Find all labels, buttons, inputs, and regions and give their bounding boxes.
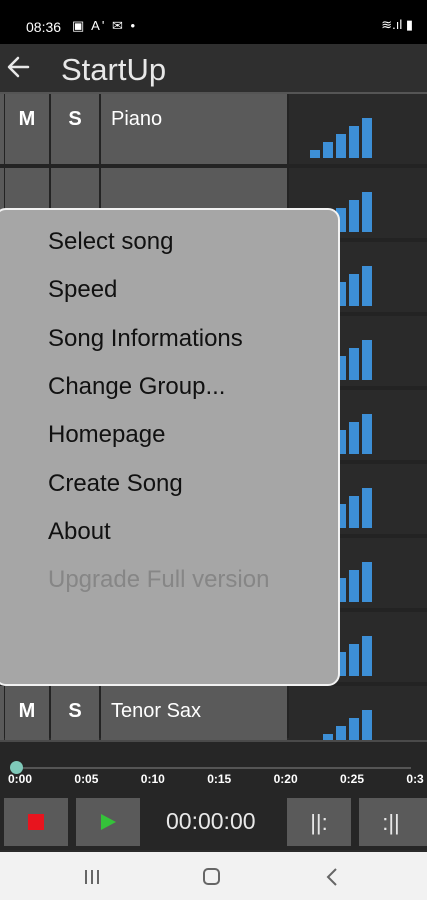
meter-bar [362,192,372,232]
meter-bar [362,266,372,306]
timeline-track [16,767,411,769]
menu-item-song-informations[interactable]: Song Informations [48,325,243,353]
system-nav-bar [0,852,427,900]
mute-label: M [18,108,36,130]
meter-bar [349,422,359,454]
menu-item-change-group[interactable]: Change Group... [48,373,225,401]
mute-button[interactable]: M [5,94,49,164]
home-icon[interactable] [202,867,222,887]
timeline-tick-label: 0:00 [8,772,33,786]
meter-bar [349,200,359,232]
options-menu: Select song Speed Song Informations Change … [0,208,340,686]
timeline-tick-label: 0:10 [140,772,165,786]
track-name: Piano [111,108,163,130]
meter-bar [349,274,359,306]
status-time: 08:36 [26,19,62,35]
timeline-tick-label: 0:25 [340,772,365,786]
notification-icons: ▣ A' ✉ • [72,18,137,33]
stop-button[interactable] [4,798,68,846]
meter-bar [362,488,372,528]
meter-bar [323,142,333,158]
meter-bar [362,562,372,602]
mute-label: M [18,700,36,722]
meter-bar [349,644,359,676]
meter-bar [349,126,359,158]
timeline-tick-label: 0:05 [74,772,99,786]
nav-back-icon[interactable] [323,867,341,887]
meter-bar [310,150,320,158]
solo-label: S [68,108,82,130]
timeline-tick-label: 0:3 [406,772,424,786]
loop-end-button[interactable]: :|| [359,798,427,846]
loop-start-label: ||: [310,810,328,835]
meter-bar [362,414,372,454]
meter-bar [362,636,372,676]
play-icon [101,814,116,830]
meter-bar [362,340,372,380]
signal-battery-icons: ≋.ıl ▮ [381,17,413,32]
menu-item-create-song[interactable]: Create Song [48,470,183,498]
app-bar: StartUp [0,44,427,94]
loop-start-button[interactable]: ||: [287,798,351,846]
meter-bar [349,348,359,380]
loop-end-label: :|| [382,810,400,835]
stop-icon [28,814,44,830]
solo-label: S [68,700,82,722]
track-row: M S Piano [0,94,427,164]
timeline-tick-label: 0:20 [273,772,298,786]
back-arrow-icon[interactable] [4,52,32,82]
track-name: Tenor Sax [111,700,202,722]
page-title: StartUp [61,52,167,87]
menu-item-speed[interactable]: Speed [48,276,117,304]
volume-meter-icon [310,118,372,158]
timeline-tick-label: 0:15 [207,772,232,786]
menu-item-about[interactable]: About [48,518,111,546]
meter-bar [349,570,359,602]
meter-bar [362,118,372,158]
transport-bar: 00:00:00 ||: :|| [0,795,427,850]
timeline[interactable]: 0:00 0:05 0:10 0:15 0:20 0:25 0:3 [0,740,427,797]
play-button[interactable] [76,798,140,846]
time-display: 00:00:00 [166,808,256,834]
track-name-button[interactable]: Piano [101,94,287,164]
menu-item-upgrade-full-version: Upgrade Full version [48,566,270,594]
track-handle[interactable] [0,94,4,164]
status-bar: 08:36 ▣ A' ✉ • ≋.ıl ▮ [0,0,427,44]
recents-icon[interactable] [83,868,101,886]
menu-item-homepage[interactable]: Homepage [48,421,165,449]
solo-button[interactable]: S [51,94,99,164]
meter-bar [336,134,346,158]
menu-item-select-song[interactable]: Select song [48,228,173,256]
meter-bar [349,496,359,528]
